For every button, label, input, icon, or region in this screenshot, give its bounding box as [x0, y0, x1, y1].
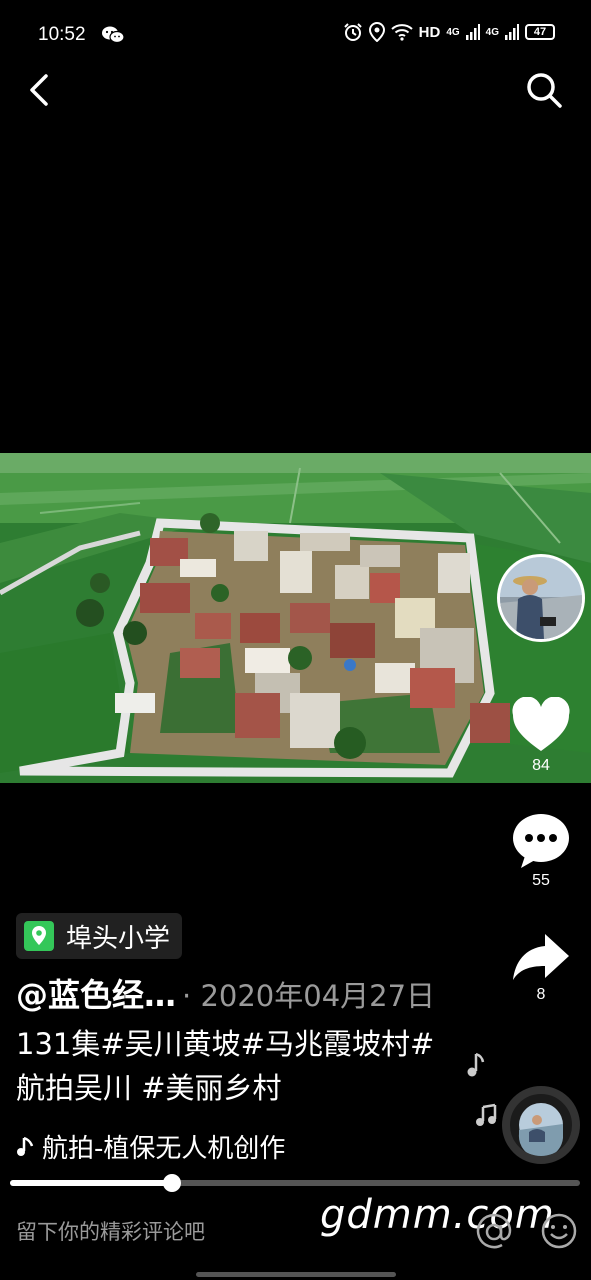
- floating-double-note-icon: [476, 1103, 497, 1126]
- share-icon: [513, 934, 569, 980]
- status-time: 10:52: [38, 24, 86, 45]
- watermark: gdmm.com: [320, 1192, 555, 1238]
- floating-note-icon: [467, 1052, 485, 1077]
- network-type-2: 4G: [485, 26, 499, 38]
- mention-button[interactable]: [474, 1212, 514, 1252]
- location-pin-icon: [24, 921, 54, 951]
- wechat-icon: [102, 26, 125, 44]
- post-caption: 131集#吴川黄坡#马兆霞坡村#航拍吴川 #美丽乡村: [16, 1027, 435, 1105]
- like-count: 84: [532, 757, 550, 774]
- battery-icon: 47: [525, 24, 555, 40]
- alarm-icon: [343, 23, 362, 41]
- share-button[interactable]: 8: [503, 930, 579, 1004]
- hd-label: HD: [418, 23, 441, 41]
- status-bar: 10:52 HD 4G 4G 47: [0, 0, 591, 52]
- location-name: 埠头小学: [66, 923, 171, 954]
- like-button[interactable]: 84: [503, 697, 579, 775]
- heart-icon: [512, 697, 570, 751]
- progress-thumb[interactable]: [163, 1174, 182, 1192]
- signal-icon: [465, 24, 480, 40]
- network-type-1: 4G: [446, 26, 460, 38]
- post-date: · 2020年04月27日: [182, 979, 436, 1013]
- location-tag[interactable]: 埠头小学: [16, 913, 183, 959]
- signal-icon-2: [505, 24, 519, 40]
- back-button[interactable]: [22, 70, 56, 110]
- wifi-icon: [390, 24, 413, 41]
- search-button[interactable]: [524, 70, 564, 110]
- status-icons: HD 4G 4G 47: [343, 22, 555, 42]
- share-count: 8: [536, 986, 546, 1003]
- music-disc[interactable]: [502, 1086, 580, 1164]
- music-info[interactable]: 航拍-植保无人机创作: [16, 1128, 316, 1165]
- progress-fill: [10, 1180, 173, 1186]
- music-title: 航拍-植保无人机创作: [42, 1134, 286, 1164]
- comment-icon: [513, 814, 569, 868]
- comment-button[interactable]: 55: [503, 812, 579, 890]
- comment-count: 55: [532, 872, 550, 889]
- music-note-icon: [17, 1136, 34, 1156]
- post-meta: @蓝色经… · 2020年04月27日: [16, 970, 435, 1016]
- emoji-button[interactable]: [540, 1212, 578, 1250]
- author-avatar-image: [500, 557, 582, 639]
- author-avatar[interactable]: [497, 554, 585, 642]
- home-indicator: [196, 1272, 396, 1277]
- author-name[interactable]: @蓝色经…: [16, 976, 176, 1014]
- music-disc-cover: [518, 1103, 563, 1156]
- location-icon: [368, 22, 385, 42]
- video-progress-bar[interactable]: [10, 1174, 580, 1192]
